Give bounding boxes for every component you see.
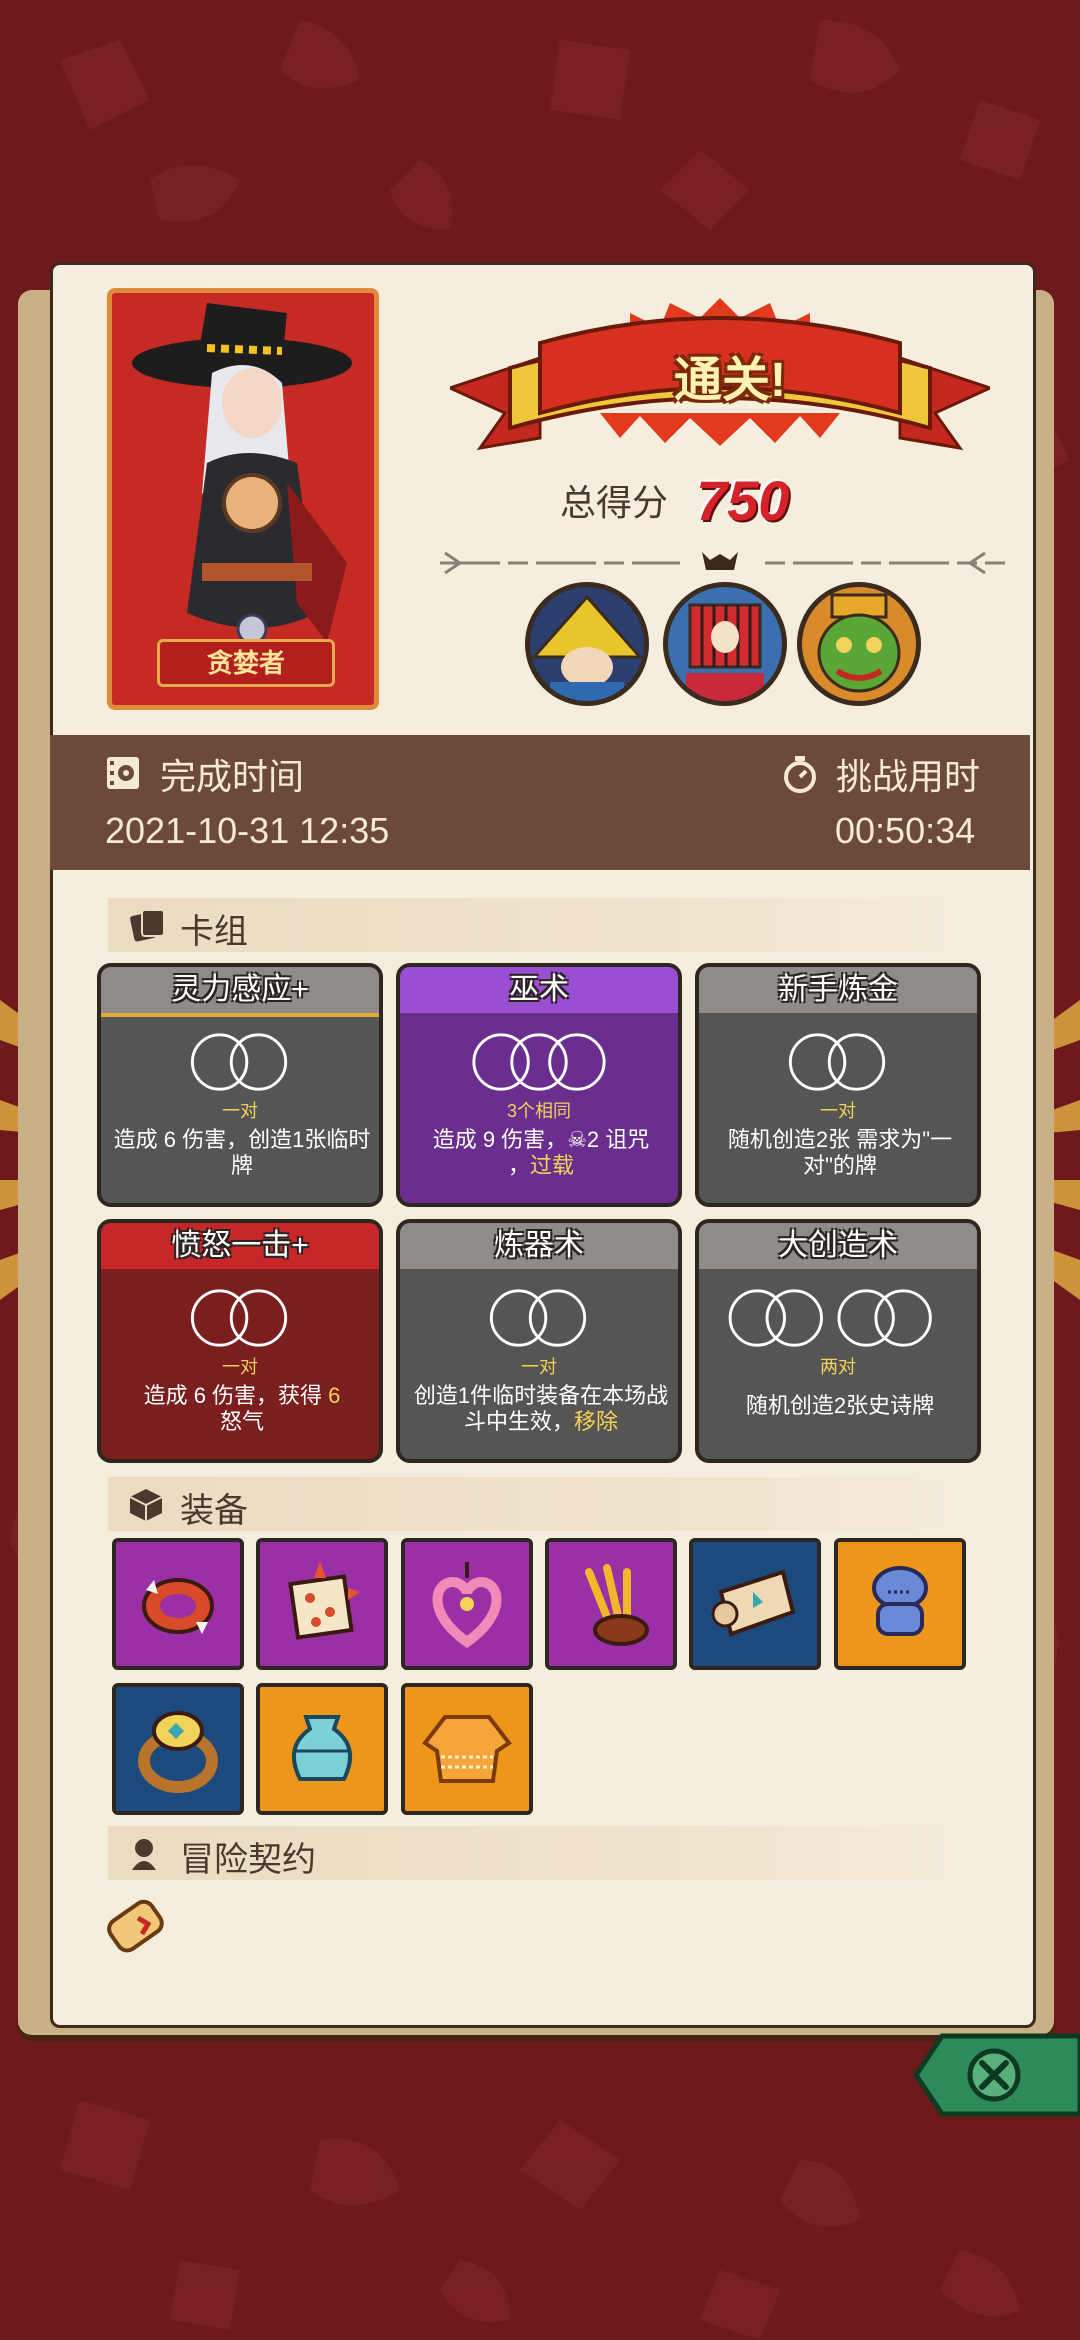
- card-desc-part: 造成 9 伤害，: [432, 1127, 568, 1152]
- card-desc-part: 创造1件临时装备在本场战斗中生效，: [413, 1383, 669, 1434]
- card-description: 造成 9 伤害，☠2 诅咒 ，过载: [410, 1127, 672, 1179]
- deck-card[interactable]: 新手炼金 一对 随机创造2张 需求为"一对"的牌: [695, 963, 981, 1207]
- film-clock-icon: [107, 757, 139, 789]
- orange-sweater-icon: [422, 1715, 512, 1783]
- equipment-slot[interactable]: [112, 1538, 244, 1670]
- card-name: 巫术: [400, 967, 678, 1013]
- card-desc-part: ，: [507, 1153, 530, 1178]
- card-desc-part: 造成 6 伤害，获得: [143, 1383, 329, 1408]
- contract-seal-icon: [132, 1839, 156, 1870]
- green-goblin-boss-icon: [817, 593, 901, 693]
- equipment-slot[interactable]: [256, 1683, 388, 1815]
- score-value: 750: [696, 468, 790, 532]
- card-name: 愤怒一击+: [101, 1223, 379, 1269]
- card-keyword: 6: [328, 1383, 341, 1408]
- equipment-slot[interactable]: [401, 1683, 533, 1815]
- equipment-slot[interactable]: [256, 1538, 388, 1670]
- spiked-dice-icon: [288, 1562, 360, 1640]
- deck-card[interactable]: 愤怒一击+ 一对 造成 6 伤害，获得 6 怒气: [97, 1219, 383, 1463]
- equipment-section-header: 装备: [108, 1477, 968, 1531]
- boss-divider: [440, 551, 1005, 575]
- complete-time-value: 2021-10-31 12:35: [105, 810, 390, 851]
- curse-skull-icon: ☠: [567, 1127, 587, 1152]
- equipment-slot[interactable]: [689, 1538, 821, 1670]
- dice-slots-icon: [190, 1033, 288, 1091]
- equipment-slot[interactable]: [545, 1538, 677, 1670]
- yellow-hat-boss-icon: [530, 594, 644, 701]
- total-score: 总得分 750: [560, 465, 789, 535]
- contract-section-header: 冒险契约: [108, 1826, 968, 1880]
- card-description: 造成 6 伤害，创造1张临时牌: [113, 1127, 371, 1178]
- teal-vase-icon: [291, 1715, 353, 1781]
- boss-portrait-green-goblin: [797, 582, 921, 706]
- gold-ring-icon: [138, 1711, 218, 1793]
- victory-title: 通关!: [674, 354, 786, 407]
- card-description: 创造1件临时装备在本场战斗中生效，移除: [410, 1383, 672, 1435]
- card-requirement: 一对: [222, 1357, 258, 1377]
- heart-amulet-icon: [432, 1562, 502, 1649]
- boss-portrait-red-cage: [663, 582, 787, 706]
- contract-title: 冒险契约: [180, 1841, 316, 1879]
- card-requirement: 3个相同: [506, 1101, 571, 1121]
- card-requirement: 一对: [521, 1357, 557, 1377]
- claw-gauntlet-icon: [585, 1564, 649, 1646]
- complete-time-label: 完成时间: [160, 756, 305, 797]
- deck-card[interactable]: 大创造术 两对 随机创造2张史诗牌: [695, 1219, 981, 1463]
- rolled-scroll-icon[interactable]: [98, 1888, 178, 1968]
- duration-value: 00:50:34: [835, 810, 976, 851]
- card-name: 炼器术: [400, 1223, 678, 1269]
- red-cage-boss-icon: [686, 603, 764, 701]
- cube-icon: [129, 1489, 163, 1521]
- card-name: 新手炼金: [699, 967, 977, 1013]
- voodoo-doll-icon: [872, 1566, 928, 1636]
- score-label: 总得分: [560, 482, 669, 523]
- equipment-slot[interactable]: [834, 1538, 966, 1670]
- cards-icon: [130, 909, 165, 942]
- boss-portrait-yellow-hat: [525, 582, 649, 706]
- dice-slots-icon: [190, 1289, 288, 1347]
- deck-card[interactable]: 灵力感应+ 一对 造成 6 伤害，创造1张临时牌: [97, 963, 383, 1207]
- equipment-slot[interactable]: [112, 1683, 244, 1815]
- dice-slots-icon: [489, 1289, 587, 1347]
- card-name: 大创造术: [699, 1223, 977, 1269]
- dice-slots-icon: [728, 1289, 932, 1347]
- card-requirement: 一对: [820, 1101, 856, 1121]
- dice-slots-icon: [788, 1033, 886, 1091]
- skull-horns-icon: [702, 552, 738, 570]
- spiked-cuff-icon: [142, 1578, 214, 1634]
- hero-name: 贪婪者: [157, 639, 335, 687]
- close-button[interactable]: [912, 2030, 1080, 2120]
- card-requirement: 两对: [820, 1357, 856, 1377]
- card-keyword: 过载: [530, 1153, 575, 1178]
- card-desc-part: 怒气: [219, 1409, 264, 1434]
- duration-label: 挑战用时: [836, 756, 981, 797]
- card-description: 造成 6 伤害，获得 6 怒气: [111, 1383, 373, 1435]
- card-keyword: 移除: [574, 1409, 619, 1434]
- card-description: 随机创造2张 需求为"一对"的牌: [727, 1127, 953, 1178]
- card-requirement: 一对: [222, 1101, 258, 1121]
- equipment-slot[interactable]: [401, 1538, 533, 1670]
- stopwatch-icon: [784, 756, 816, 793]
- deck-card[interactable]: 巫术 3个相同 造成 9 伤害，☠2 诅咒 ，过载: [396, 963, 682, 1207]
- equipment-title: 装备: [180, 1492, 248, 1530]
- deck-title: 卡组: [180, 913, 248, 951]
- deck-section-header: 卡组: [108, 898, 968, 952]
- card-description: 随机创造2张史诗牌: [745, 1393, 935, 1418]
- card-desc-part: 2 诅咒: [586, 1127, 650, 1152]
- card-name: 灵力感应+: [101, 967, 379, 1017]
- scroll-map-icon: [711, 1569, 796, 1637]
- dice-slots-icon: [472, 1033, 606, 1091]
- deck-card[interactable]: 炼器术 一对 创造1件临时装备在本场战斗中生效，移除: [396, 1219, 682, 1463]
